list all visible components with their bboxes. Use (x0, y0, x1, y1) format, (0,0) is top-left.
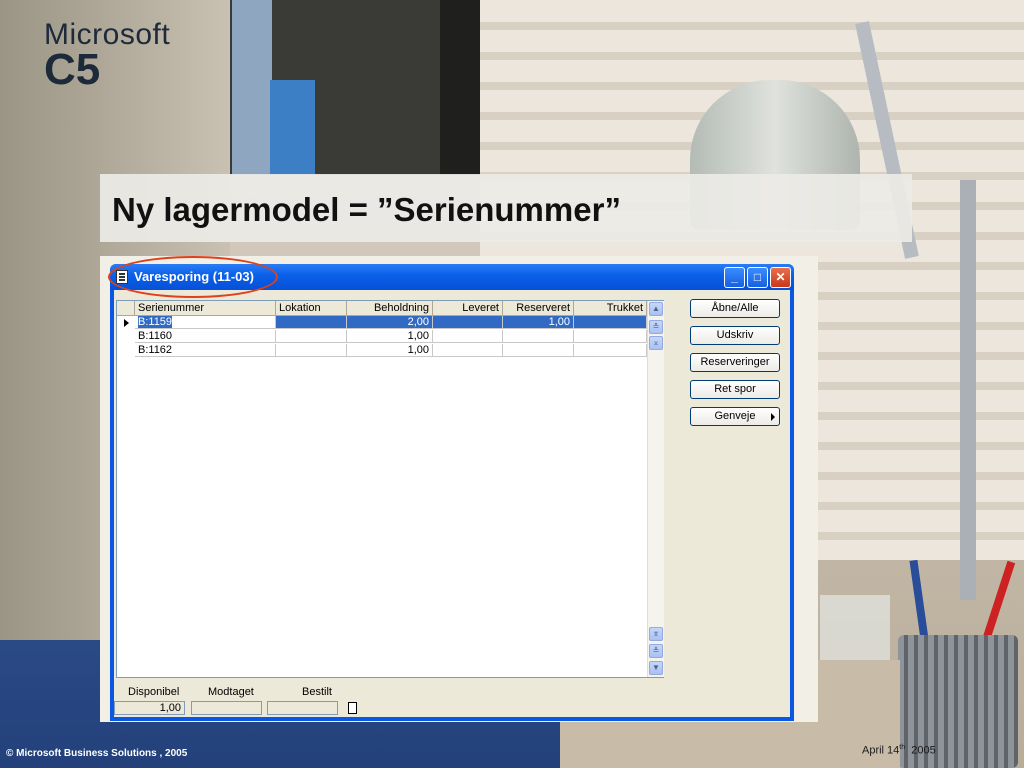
received-field (191, 701, 262, 715)
document-icon[interactable] (348, 702, 357, 714)
cell-lokation[interactable] (276, 316, 347, 329)
cell-beholdning[interactable]: 1,00 (347, 330, 433, 343)
footer-date-suffix: th (899, 744, 906, 751)
cell-beholdning[interactable]: 2,00 (347, 316, 433, 329)
slide-title: Ny lagermodel = ”Serienummer” (112, 191, 621, 228)
print-button[interactable]: Udskriv (690, 326, 780, 345)
column-header-leveret[interactable]: Leveret (433, 301, 503, 315)
column-header-reserveret[interactable]: Reserveret (503, 301, 574, 315)
page-up-icon[interactable]: ≛ (649, 320, 663, 334)
cell-serienummer[interactable]: B:1159 (135, 316, 276, 329)
footer-date-prefix: April 14 (862, 744, 900, 757)
footer-date: April 14th 2005 (862, 744, 936, 757)
edit-trace-button[interactable]: Ret spor (690, 380, 780, 399)
footer-date-year: 2005 (911, 744, 936, 757)
cell-lokation[interactable] (276, 344, 347, 357)
scroll-down-arrow-icon[interactable]: ▼ (649, 661, 663, 675)
row-header-corner (117, 301, 135, 315)
row-indicator (117, 344, 135, 357)
cell-serienummer[interactable]: B:1160 (135, 330, 276, 343)
cell-leveret[interactable] (433, 344, 503, 357)
minimize-button[interactable]: _ (724, 267, 745, 288)
maximize-button[interactable]: □ (747, 267, 768, 288)
available-field: 1,00 (114, 701, 185, 715)
row-indicator (117, 330, 135, 343)
cell-serienummer[interactable]: B:1162 (135, 344, 276, 357)
varesporing-window: Varesporing (11-03) _ □ ✕ Serienummer Lo… (110, 264, 794, 721)
table-row[interactable]: B:1159 2,00 1,00 (117, 316, 647, 330)
cell-trukket[interactable] (574, 330, 647, 343)
cell-leveret[interactable] (433, 330, 503, 343)
logo-product: C5 (44, 45, 101, 94)
highlight-oval (108, 256, 278, 298)
microsoft-c5-logo: Microsoft C5 (44, 18, 170, 94)
window-client-area: Serienummer Lokation Beholdning Leveret … (114, 290, 790, 717)
submenu-arrow-icon (771, 413, 775, 421)
cell-reserveret[interactable]: 1,00 (503, 316, 574, 329)
page-down-icon[interactable]: ≚ (649, 644, 663, 658)
cell-reserveret[interactable] (503, 330, 574, 343)
reservations-button[interactable]: Reserveringer (690, 353, 780, 372)
column-header-serienummer[interactable]: Serienummer (135, 301, 276, 315)
shortcuts-menu-button[interactable]: Genveje (690, 407, 780, 426)
cell-trukket[interactable] (574, 344, 647, 357)
ordered-label: Bestilt (302, 686, 332, 698)
available-label: Disponibel (128, 686, 180, 698)
scroll-up-arrow-icon[interactable]: ▲ (649, 302, 663, 316)
row-indicator (117, 316, 135, 329)
cell-reserveret[interactable] (503, 344, 574, 357)
scroll-to-top-icon[interactable]: ⌅ (649, 336, 663, 350)
grid-header: Serienummer Lokation Beholdning Leveret … (117, 301, 647, 316)
cell-trukket[interactable] (574, 316, 647, 329)
column-header-beholdning[interactable]: Beholdning (347, 301, 433, 315)
cell-beholdning[interactable]: 1,00 (347, 344, 433, 357)
open-all-button[interactable]: Åbne/Alle (690, 299, 780, 318)
column-header-lokation[interactable]: Lokation (276, 301, 347, 315)
slide-title-band: Ny lagermodel = ”Serienummer” (100, 174, 912, 242)
received-label: Modtaget (208, 686, 254, 698)
serial-number-grid: Serienummer Lokation Beholdning Leveret … (116, 300, 664, 678)
current-row-arrow-icon (124, 319, 129, 327)
shortcuts-label: Genveje (714, 410, 756, 422)
grid-vertical-scrollbar[interactable]: ▲ ≛ ⌅ ⌆ ≚ ▼ (647, 301, 664, 677)
ordered-field (267, 701, 338, 715)
table-row[interactable]: B:1160 1,00 (117, 330, 647, 344)
column-header-trukket[interactable]: Trukket (574, 301, 647, 315)
cell-lokation[interactable] (276, 330, 347, 343)
cell-leveret[interactable] (433, 316, 503, 329)
scroll-to-bottom-icon[interactable]: ⌆ (649, 627, 663, 641)
table-row[interactable]: B:1162 1,00 (117, 344, 647, 358)
footer-copyright: © Microsoft Business Solutions , 2005 (6, 748, 188, 759)
close-button[interactable]: ✕ (770, 267, 791, 288)
